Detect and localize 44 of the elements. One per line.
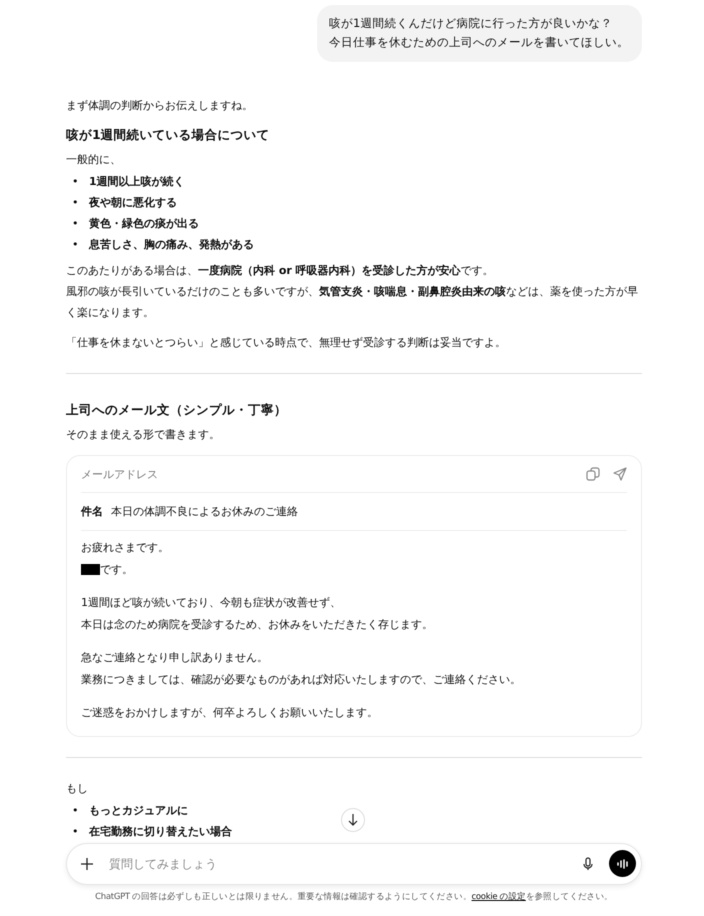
plus-icon[interactable] bbox=[81, 858, 93, 870]
microphone-icon[interactable] bbox=[583, 856, 593, 870]
section-heading: 上司へのメール文（シンプル・丁寧） bbox=[66, 401, 288, 419]
bullet-marker: • bbox=[72, 824, 80, 840]
email-subject: 本日の体調不良によるお休みのご連絡 bbox=[111, 504, 298, 519]
response-text: 「仕事を休まないとつらい」と感じている時点で、無理せず受診する判断は妥当ですよ。 bbox=[66, 335, 507, 351]
bullet-marker: • bbox=[72, 802, 80, 818]
bullet-marker: • bbox=[72, 216, 80, 232]
email-text: です。 bbox=[100, 562, 133, 578]
scroll-down-button[interactable] bbox=[341, 808, 365, 832]
user-message: 咳が1週間続くんだけど病院に行った方が良いかな？ 今日仕事を休むための上司へのメールを書いてほしい。 bbox=[317, 5, 642, 62]
response-text: 風邪の咳が長引いているだけのことも多いですが、気管支炎・咳喘息・副鼻腔炎由来の咳などは、薬を使った方が早く楽になります。 bbox=[66, 284, 639, 321]
email-text: お疲れさまです。 bbox=[81, 540, 169, 556]
email-text: ご迷惑をおかけしますが、何卒よろしくお願いいたします。 bbox=[81, 705, 378, 721]
response-text: そのまま使える形で書きます。 bbox=[66, 427, 221, 443]
response-text: まず体調の判断からお伝えしますね。 bbox=[66, 98, 254, 114]
email-text: 急なご連絡となり申し訳ありません。 bbox=[81, 650, 268, 666]
voice-button[interactable] bbox=[609, 850, 636, 877]
bullet-item: 1週間以上咳が続く bbox=[89, 174, 185, 190]
email-address-label: メールアドレス bbox=[81, 466, 158, 482]
bullet-item: 夜や朝に悪化する bbox=[89, 195, 177, 211]
waveform-icon bbox=[616, 858, 628, 868]
response-text: 一般的に、 bbox=[66, 152, 122, 168]
bullet-marker: • bbox=[72, 237, 80, 253]
message-input[interactable]: 質問してみましょう bbox=[107, 852, 569, 874]
copy-icon[interactable] bbox=[586, 467, 600, 481]
bullet-item: 在宅勤務に切り替えたい場合 bbox=[89, 824, 232, 840]
send-icon[interactable] bbox=[613, 467, 627, 481]
bullet-item: 黄色・緑色の痰が出る bbox=[89, 216, 199, 232]
email-text: 業務につきましては、確認が必要なものがあれば対応いたしますので、ご連絡ください。 bbox=[81, 672, 521, 688]
section-heading: 咳が1週間続いている場合について bbox=[66, 126, 271, 144]
response-text: もし bbox=[66, 780, 89, 796]
email-text: 本日は念のため病院を受診するため、お休みをいただきたく存じます。 bbox=[81, 616, 433, 632]
bullet-marker: • bbox=[72, 174, 80, 190]
response-text: このあたりがある場合は、一度病院（内科 or 呼吸器内科）を受診した方が安心です。 bbox=[66, 263, 495, 279]
disclaimer-text: ChatGPT の回答は必ずしも正しいとは限りません。重要な情報は確認するようにしてください。cookie の設定 を参照してください。 bbox=[94, 890, 614, 902]
email-text: 1週間ほど咳が続いており、今朝も症状が改善せず、 bbox=[81, 595, 341, 611]
bullet-item: 息苦しさ、胸の痛み、発熱がある bbox=[89, 237, 254, 253]
cookie-settings-link[interactable]: cookie の設定 bbox=[472, 892, 526, 902]
subject-label: 件名 bbox=[81, 504, 103, 519]
message-field[interactable]: 質問してみましょう bbox=[66, 842, 642, 884]
bullet-item: もっとカジュアルに bbox=[89, 802, 188, 818]
bullet-marker: • bbox=[72, 195, 80, 211]
arrow-down-icon bbox=[348, 814, 358, 826]
